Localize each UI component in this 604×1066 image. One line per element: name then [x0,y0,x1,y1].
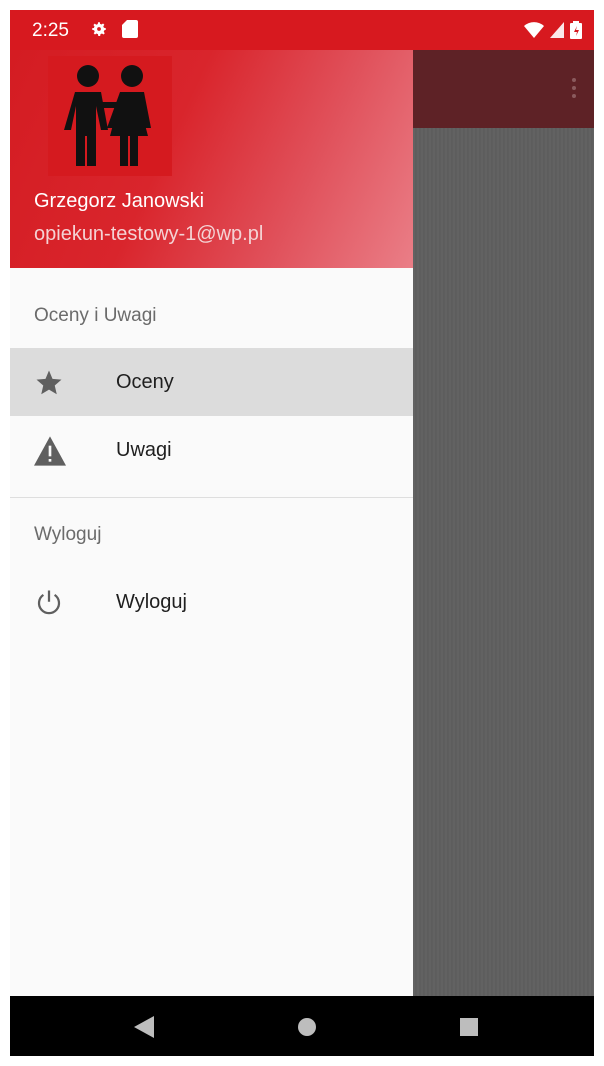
status-bar: 2:25 [10,10,594,50]
home-icon[interactable] [298,1018,316,1036]
navigation-drawer: Grzegorz Janowski opiekun-testowy-1@wp.p… [10,50,413,996]
background-toolbar [413,50,594,128]
sd-card-icon [122,20,138,43]
star-icon [34,368,66,398]
user-email: opiekun-testowy-1@wp.pl [34,223,264,245]
menu-item-oceny[interactable]: Oceny [10,348,413,416]
power-icon [34,588,66,618]
gear-icon [90,20,108,43]
wifi-icon [524,22,544,43]
user-name: Grzegorz Janowski [34,190,205,212]
system-nav-bar [10,996,594,1056]
section-divider [10,497,413,498]
menu-label-oceny: Oceny [116,371,174,393]
warning-icon [34,436,66,466]
status-time: 2:25 [32,20,69,41]
recents-icon[interactable] [460,1018,478,1036]
back-icon[interactable] [134,1016,154,1043]
device-screen: 2:25 Grzegorz Janowski opiekun-testowy-1… [10,10,594,1056]
drawer-header: Grzegorz Janowski opiekun-testowy-1@wp.p… [10,50,413,268]
menu-label-wyloguj: Wyloguj [116,591,187,613]
signal-icon [550,22,564,43]
section-title-oceny-i-uwagi: Oceny i Uwagi [34,305,157,326]
overflow-menu-icon[interactable] [572,78,576,100]
menu-label-uwagi: Uwagi [116,439,172,461]
couple-icon [48,56,172,176]
menu-item-wyloguj[interactable]: Wyloguj [10,568,413,636]
menu-item-uwagi[interactable]: Uwagi [10,416,413,484]
battery-icon [570,21,582,44]
background-app-content [413,50,594,996]
section-title-wyloguj: Wyloguj [34,524,102,545]
